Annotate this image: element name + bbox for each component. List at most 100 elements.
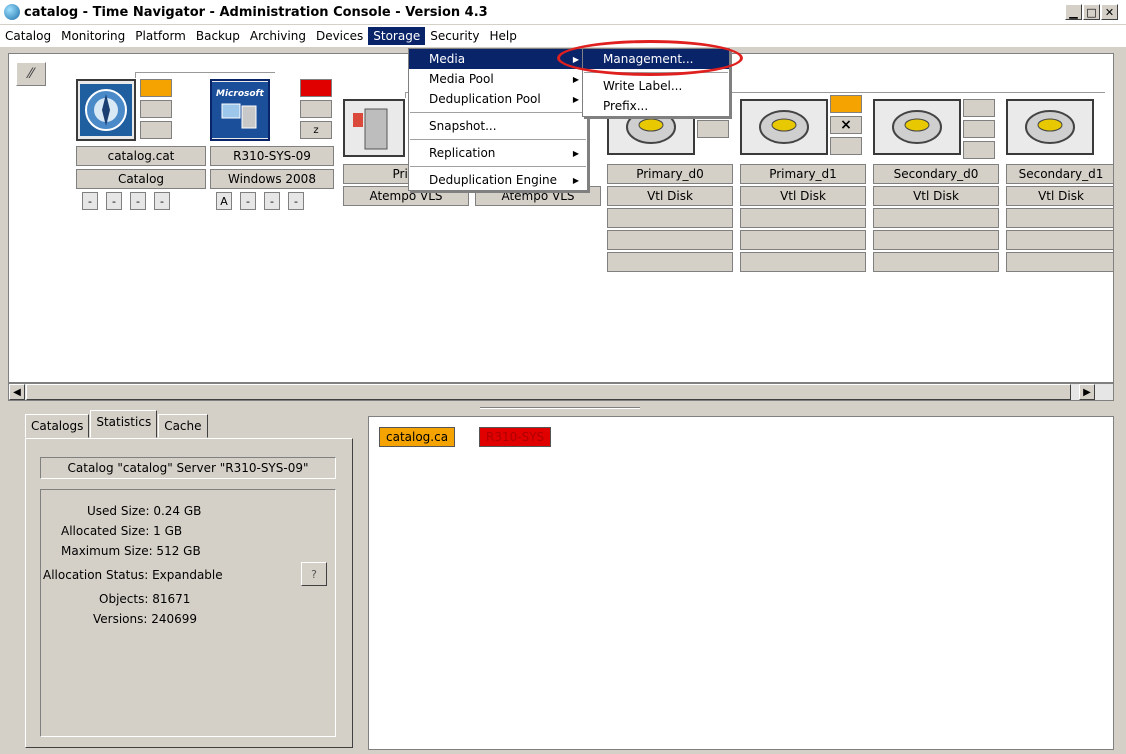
node-mini-button[interactable]: - [240, 192, 256, 210]
menu-security[interactable]: Security [425, 27, 484, 45]
scroll-left-arrow-icon[interactable]: ◀ [9, 384, 25, 400]
empty-slot [740, 230, 866, 250]
connector-line [135, 72, 275, 78]
server-chip[interactable]: R310-SYS [479, 427, 552, 447]
annotation-highlight-ellipse [557, 40, 743, 76]
node-type-label: Vtl Disk [740, 186, 866, 206]
horizontal-scrollbar[interactable]: ◀ ▶ [8, 383, 1114, 401]
tab-cache[interactable]: Cache [158, 414, 208, 438]
empty-slot [607, 230, 733, 250]
node-type-label: Windows 2008 [210, 169, 334, 189]
tab-statistics[interactable]: Statistics [90, 410, 158, 438]
node-mini-button[interactable]: - [154, 192, 170, 210]
submenu-arrow-icon: ▶ [572, 74, 579, 84]
tab-catalogs[interactable]: Catalogs [25, 414, 90, 438]
menu-bar: Catalog Monitoring Platform Backup Archi… [0, 25, 1126, 47]
status-indicator [963, 141, 995, 159]
menu-help[interactable]: Help [484, 27, 521, 45]
empty-slot [1006, 252, 1113, 272]
empty-slot [607, 252, 733, 272]
node-name-label: R310-SYS-09 [210, 146, 334, 166]
status-indicator [963, 99, 995, 117]
status-indicator-orange [830, 95, 862, 113]
node-name-label: Primary_d1 [740, 164, 866, 184]
minimize-button[interactable]: ▁ [1065, 4, 1082, 20]
allocation-status: Allocation Status: Expandable [43, 568, 223, 582]
node-mini-button[interactable]: A [216, 192, 232, 210]
help-button[interactable]: ? [301, 562, 327, 586]
menu-item-dedup-pool[interactable]: Deduplication Pool ▶ [409, 89, 587, 109]
svg-text:Microsoft: Microsoft [216, 89, 264, 99]
status-indicator [140, 121, 172, 139]
node-mini-button[interactable]: - [264, 192, 280, 210]
status-error-icon: × [830, 116, 862, 134]
disk-icon [740, 99, 828, 155]
menu-backup[interactable]: Backup [191, 27, 245, 45]
node-type-label: Vtl Disk [607, 186, 733, 206]
menu-platform[interactable]: Platform [130, 27, 191, 45]
status-indicator-red [300, 79, 332, 97]
status-indicator-z: z [300, 121, 332, 139]
menu-item-media-pool[interactable]: Media Pool ▶ [409, 69, 587, 89]
menu-item-write-label[interactable]: Write Label... [583, 76, 729, 96]
node-name-label: catalog.cat [76, 146, 206, 166]
node-type-label: Vtl Disk [873, 186, 999, 206]
maximum-size: Maximum Size: 512 GB [61, 544, 201, 558]
panel-splitter[interactable] [480, 407, 640, 409]
objects-count: Objects: 81671 [99, 592, 191, 606]
submenu-arrow-icon: ▶ [572, 148, 579, 158]
menu-archiving[interactable]: Archiving [245, 27, 311, 45]
scroll-right-arrow-icon[interactable]: ▶ [1079, 384, 1095, 400]
allocated-size: Allocated Size: 1 GB [61, 524, 183, 538]
node-type-label: Vtl Disk [1006, 186, 1113, 206]
title-bar: catalog - Time Navigator - Administratio… [0, 0, 1126, 24]
maximize-button[interactable]: □ [1083, 4, 1100, 20]
windows-server-icon: Microsoft [210, 79, 270, 141]
empty-slot [873, 208, 999, 228]
statistics-panel: Catalog "catalog" Server "R310-SYS-09" U… [25, 438, 353, 748]
storage-menu: Media ▶ Media Pool ▶ Deduplication Pool ▶ S… [408, 48, 588, 191]
menu-storage[interactable]: Storage [368, 27, 426, 45]
app-icon [4, 4, 20, 20]
empty-slot [740, 208, 866, 228]
status-indicator-orange [140, 79, 172, 97]
empty-slot [873, 230, 999, 250]
empty-slot [607, 208, 733, 228]
empty-slot [873, 252, 999, 272]
scroll-thumb[interactable] [26, 384, 1071, 400]
menu-item-snapshot[interactable]: Snapshot... [409, 116, 587, 136]
node-name-label: Primary_d0 [607, 164, 733, 184]
empty-slot [740, 252, 866, 272]
menu-separator [410, 139, 586, 140]
menu-monitoring[interactable]: Monitoring [56, 27, 130, 45]
node-name-label: Secondary_d1 [1006, 164, 1113, 184]
empty-slot [1006, 230, 1113, 250]
empty-slot [1006, 208, 1113, 228]
wand-tool-icon[interactable]: ⁄⁄ [16, 62, 46, 86]
submenu-arrow-icon: ▶ [572, 94, 579, 104]
menu-item-replication[interactable]: Replication ▶ [409, 143, 587, 163]
status-indicator [300, 100, 332, 118]
menu-item-prefix[interactable]: Prefix... [583, 96, 729, 116]
node-mini-button[interactable]: - [288, 192, 304, 210]
node-type-label: Catalog [76, 169, 206, 189]
catalog-chip[interactable]: catalog.ca [379, 427, 456, 447]
status-indicator [963, 120, 995, 138]
menu-devices[interactable]: Devices [311, 27, 368, 45]
window-title: catalog - Time Navigator - Administratio… [24, 4, 488, 20]
node-mini-button[interactable]: - [82, 192, 98, 210]
menu-catalog[interactable]: Catalog [0, 27, 56, 45]
menu-item-dedup-engine[interactable]: Deduplication Engine ▶ [409, 170, 587, 190]
details-panel: catalog.ca R310-SYS [368, 416, 1114, 750]
status-indicator [830, 137, 862, 155]
close-button[interactable]: ✕ [1101, 4, 1118, 20]
disk-icon [1006, 99, 1094, 155]
submenu-arrow-icon: ▶ [572, 175, 579, 185]
node-mini-button[interactable]: - [130, 192, 146, 210]
used-size: Used Size: 0.24 GB [87, 504, 202, 518]
menu-separator [410, 112, 586, 113]
node-mini-button[interactable]: - [106, 192, 122, 210]
status-indicator [697, 120, 729, 138]
bottom-tabs: Catalogs Statistics Cache [25, 410, 209, 438]
window-controls: ▁ □ ✕ [1065, 4, 1118, 20]
